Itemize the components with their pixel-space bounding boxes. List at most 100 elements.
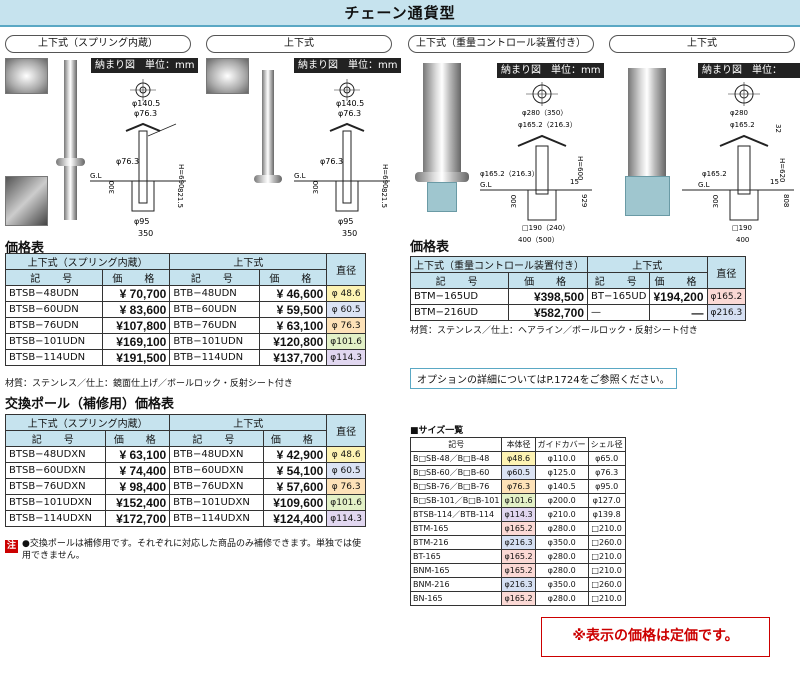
dwg1-h: H=690 <box>177 164 185 189</box>
size-shell: □210.0 <box>587 591 626 606</box>
code-cell: BTSB−114UDXN <box>4 510 107 527</box>
sz-h-shell: シェル径 <box>587 437 626 452</box>
size-shell: φ127.0 <box>587 493 626 508</box>
code-cell: — <box>586 304 651 321</box>
dwg1-300: 300 <box>108 181 116 194</box>
t2-sub-code1: 記 号 <box>4 430 107 447</box>
code-cell: BTSB−60UDN <box>4 301 104 318</box>
dwg3-15: 15 <box>570 178 579 186</box>
dwg1-b2: 350 <box>138 229 153 238</box>
diameter-cell: φ101.6 <box>326 494 366 511</box>
price-cell: ¥172,700 <box>105 510 171 527</box>
price-cell: ¥ 83,600 <box>102 301 171 318</box>
dwg2-mid: φ76.3 <box>320 157 343 166</box>
diameter-cell: φ114.3 <box>326 349 366 366</box>
dwg4-32: 32 <box>774 124 782 133</box>
pole-base-photo-3 <box>415 172 469 182</box>
size-table: 記号 本体径 ガイドカバー シェル径 B□SB-48／B□B-48 φ48.6 φ1… <box>409 437 626 606</box>
size-code: BNM-216 <box>409 577 503 592</box>
code-cell: BTSB−60UDXN <box>4 462 107 479</box>
diameter-cell: φ 60.5 <box>326 462 366 479</box>
size-body: φ114.3 <box>501 507 536 522</box>
pole-photo-4 <box>628 68 666 176</box>
t1-h1: 上下式（スプリング内蔵） <box>4 253 171 270</box>
size-shell: φ95.0 <box>587 479 626 494</box>
dwg4-15: 15 <box>770 178 779 186</box>
price-cell: ¥ 63,100 <box>259 317 328 334</box>
size-shell: φ65.0 <box>587 451 626 466</box>
table-row: BTSB−60UDN ¥ 83,600 BTB−60UDN ¥ 59,500 φ 60.… <box>4 301 366 318</box>
pole-photo-2 <box>262 70 274 182</box>
size-guide: φ210.0 <box>534 507 589 522</box>
size-body: φ165.2 <box>501 549 536 564</box>
size-code: BTM-216 <box>409 535 503 550</box>
dwg1-mid: φ76.3 <box>116 157 139 166</box>
diameter-cell: φ165.2 <box>706 288 747 305</box>
size-shell: □210.0 <box>587 563 626 578</box>
drawing-3: φ280（350） φ165.2（216.3） φ165.2（216.3） H=… <box>480 82 592 244</box>
t3-h2: 上下式 <box>587 256 708 273</box>
dwg2-h: H=690 <box>381 164 389 189</box>
t2-h3: 直径 <box>326 414 366 447</box>
price-cell: ¥109,600 <box>262 494 328 511</box>
table-row: BTSB−101UDXN ¥152,400 BTB−101UDXN ¥109,600 φ… <box>4 494 366 511</box>
pole-base-photo-1 <box>56 158 85 166</box>
size-guide: φ350.0 <box>534 535 589 550</box>
size-shell: □210.0 <box>587 521 626 536</box>
dwg3-h: H=600 <box>576 156 584 181</box>
size-guide: φ110.0 <box>534 451 589 466</box>
size-row: B□SB-76／B□B-76 φ76.3 φ140.5 φ95.0 <box>409 479 626 494</box>
size-guide: φ280.0 <box>534 563 589 578</box>
drawing-label-2: 納まり図 単位：mm <box>294 58 402 73</box>
dwg1-top1: φ140.5 <box>132 99 160 108</box>
size-row: BNM-165 φ165.2 φ280.0 □210.0 <box>409 563 626 578</box>
size-guide: φ280.0 <box>534 549 589 564</box>
size-body: φ76.3 <box>501 479 536 494</box>
table-row: BTSB−114UDN ¥191,500 BTB−114UDN ¥137,700 φ11… <box>4 349 366 366</box>
table3-note: 材質：ステンレス／仕上：ヘアライン／ボールロック・反射シート付き <box>410 326 698 336</box>
t2-h1: 上下式（スプリング内蔵） <box>4 414 171 431</box>
size-code: BT-165 <box>409 549 503 564</box>
price-table-1: 上下式（スプリング内蔵） 上下式 直径 記 号 価 格 記 号 価 格 BTSB… <box>4 253 366 366</box>
dwg2-top2: φ76.3 <box>338 109 361 118</box>
t3-sub-price2: 価 格 <box>649 272 708 289</box>
dwg2-821: 821.5 <box>380 188 388 208</box>
pole-box-photo-4 <box>625 176 670 216</box>
size-code: B□SB-60／B□B-60 <box>409 465 503 480</box>
code-cell: BTB−48UDXN <box>169 446 264 463</box>
table-row: BTSB−76UDXN ¥ 98,400 BTB−76UDXN ¥ 57,600 φ 7… <box>4 478 366 495</box>
t2-sub-price1: 価 格 <box>105 430 171 447</box>
dwg3-mid: φ165.2（216.3） <box>480 170 539 178</box>
size-row: BTM-165 φ165.2 φ280.0 □210.0 <box>409 521 626 536</box>
price-cell: ¥124,400 <box>262 510 328 527</box>
price-cell: ¥ 54,100 <box>262 462 328 479</box>
code-cell: BTB−76UDXN <box>169 478 264 495</box>
price-cell: ¥137,700 <box>259 349 328 366</box>
drawing-label-3: 納まり図 単位：mm <box>497 63 605 78</box>
table1-note: 材質：ステンレス／仕上：鏡面仕上げ／ボールロック・反射シート付き <box>5 379 293 389</box>
price-cell: ¥152,400 <box>105 494 171 511</box>
price-cell: ¥191,500 <box>102 349 171 366</box>
code-cell: BTB−48UDN <box>169 285 261 302</box>
size-guide: φ280.0 <box>534 521 589 536</box>
size-code: BTM-165 <box>409 521 503 536</box>
drawing-label-1: 納まり図 単位：mm <box>91 58 199 73</box>
sz-h-body: 本体径 <box>501 437 536 452</box>
caution-text: ●交換ポールは補修用です。それぞれに対応した商品のみ補修できます。単独では使用で… <box>22 539 362 561</box>
sz-h-code: 記号 <box>409 437 503 452</box>
size-code: B□SB-76／B□B-76 <box>409 479 503 494</box>
size-row: B□SB-101／B□B-101 φ101.6 φ200.0 φ127.0 <box>409 493 626 508</box>
diameter-cell: φ216.3 <box>706 304 747 321</box>
code-cell: BTSB−101UDXN <box>4 494 107 511</box>
page-title: チェーン通貨型 <box>0 0 800 27</box>
size-shell: □260.0 <box>587 577 626 592</box>
size-code: B□SB-101／B□B-101 <box>409 493 503 508</box>
table-row: BTM−165UD ¥398,500 BT−165UD ¥194,200 φ165.2 <box>409 288 747 305</box>
size-body: φ101.6 <box>501 493 536 508</box>
size-shell: □260.0 <box>587 535 626 550</box>
code-cell: BTM−165UD <box>409 288 510 305</box>
pole-photo-3 <box>423 63 461 175</box>
price-cell: ¥398,500 <box>508 288 588 305</box>
pill-updown: 上下式 <box>206 35 392 53</box>
table-row: BTSB−60UDXN ¥ 74,400 BTB−60UDXN ¥ 54,100 φ 6… <box>4 462 366 479</box>
